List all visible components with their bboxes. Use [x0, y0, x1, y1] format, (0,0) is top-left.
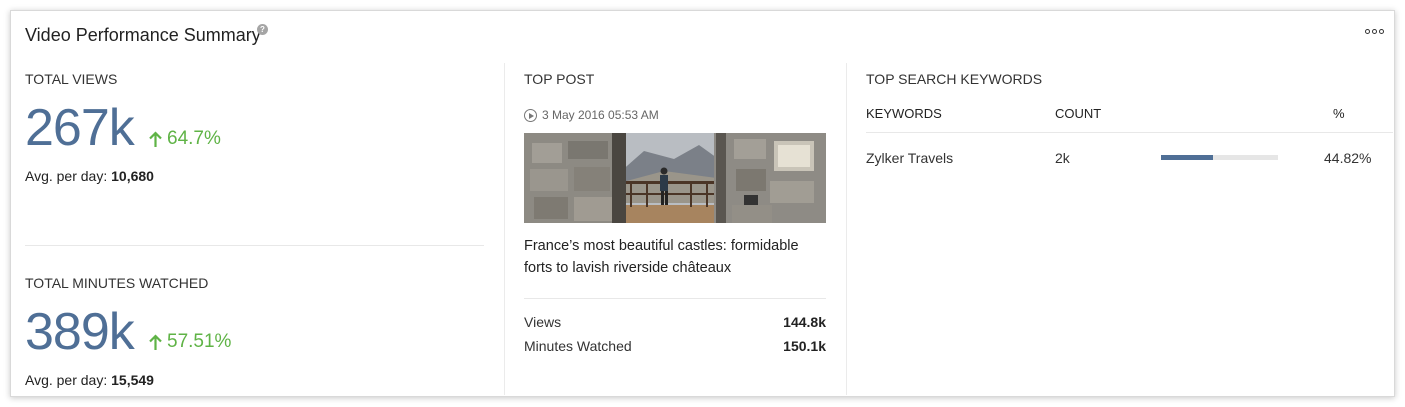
- section-divider: [25, 245, 484, 246]
- table-header-divider: [866, 132, 1393, 133]
- column-divider: [504, 63, 505, 395]
- keywords-label: TOP SEARCH KEYWORDS: [866, 71, 1043, 87]
- post-stat-row: Views 144.8k: [524, 314, 826, 330]
- help-question-icon[interactable]: ?: [257, 24, 268, 35]
- avg-label: Avg. per day:: [25, 372, 108, 388]
- avg-label: Avg. per day:: [25, 168, 108, 184]
- total-minutes-label: TOTAL MINUTES WATCHED: [25, 275, 209, 291]
- top-post-label: TOP POST: [524, 71, 595, 87]
- avg-value: 10,680: [111, 168, 154, 184]
- column-divider: [846, 63, 847, 395]
- total-views-change-value: 64.7%: [167, 128, 221, 149]
- count-cell: 2k: [1055, 150, 1070, 166]
- total-minutes-avg: Avg. per day: 15,549: [25, 372, 154, 388]
- avg-value: 15,549: [111, 372, 154, 388]
- post-thumbnail[interactable]: [524, 133, 826, 223]
- arrow-up-icon: [149, 333, 162, 350]
- post-stat-row: Minutes Watched 150.1k: [524, 338, 826, 354]
- post-title[interactable]: France’s most beautiful castles: formida…: [524, 235, 824, 279]
- percent-cell: 44.82%: [1324, 150, 1372, 166]
- total-views-value: 267k: [25, 99, 135, 157]
- post-date-text: 3 May 2016 05:53 AM: [542, 108, 659, 122]
- widget-title: Video Performance Summary: [25, 25, 261, 45]
- column-header-keywords[interactable]: KEYWORDS: [866, 106, 942, 121]
- stat-value: 144.8k: [783, 314, 826, 330]
- play-icon: [524, 108, 537, 122]
- total-views-avg: Avg. per day: 10,680: [25, 168, 154, 184]
- total-minutes-value: 389k: [25, 303, 135, 361]
- stat-value: 150.1k: [783, 338, 826, 354]
- total-views-change: 64.7%: [148, 128, 221, 150]
- post-date: 3 May 2016 05:53 AM: [524, 108, 659, 122]
- video-performance-card: Video Performance Summary ? TOTAL VIEWS …: [10, 10, 1395, 397]
- total-minutes-change-value: 57.51%: [167, 331, 232, 352]
- column-header-percent[interactable]: %: [1333, 106, 1345, 121]
- keyword-cell[interactable]: Zylker Travels: [866, 150, 953, 166]
- total-minutes-change: 57.51%: [148, 331, 231, 353]
- arrow-up-icon: [149, 130, 162, 147]
- total-views-label: TOTAL VIEWS: [25, 71, 118, 87]
- share-bar-fill: [1161, 155, 1214, 160]
- stat-label: Views: [524, 314, 562, 330]
- post-divider: [524, 298, 826, 299]
- share-bar: [1161, 155, 1278, 160]
- stat-label: Minutes Watched: [524, 338, 632, 354]
- column-header-count[interactable]: COUNT: [1055, 106, 1101, 121]
- more-options-icon[interactable]: [1365, 29, 1384, 34]
